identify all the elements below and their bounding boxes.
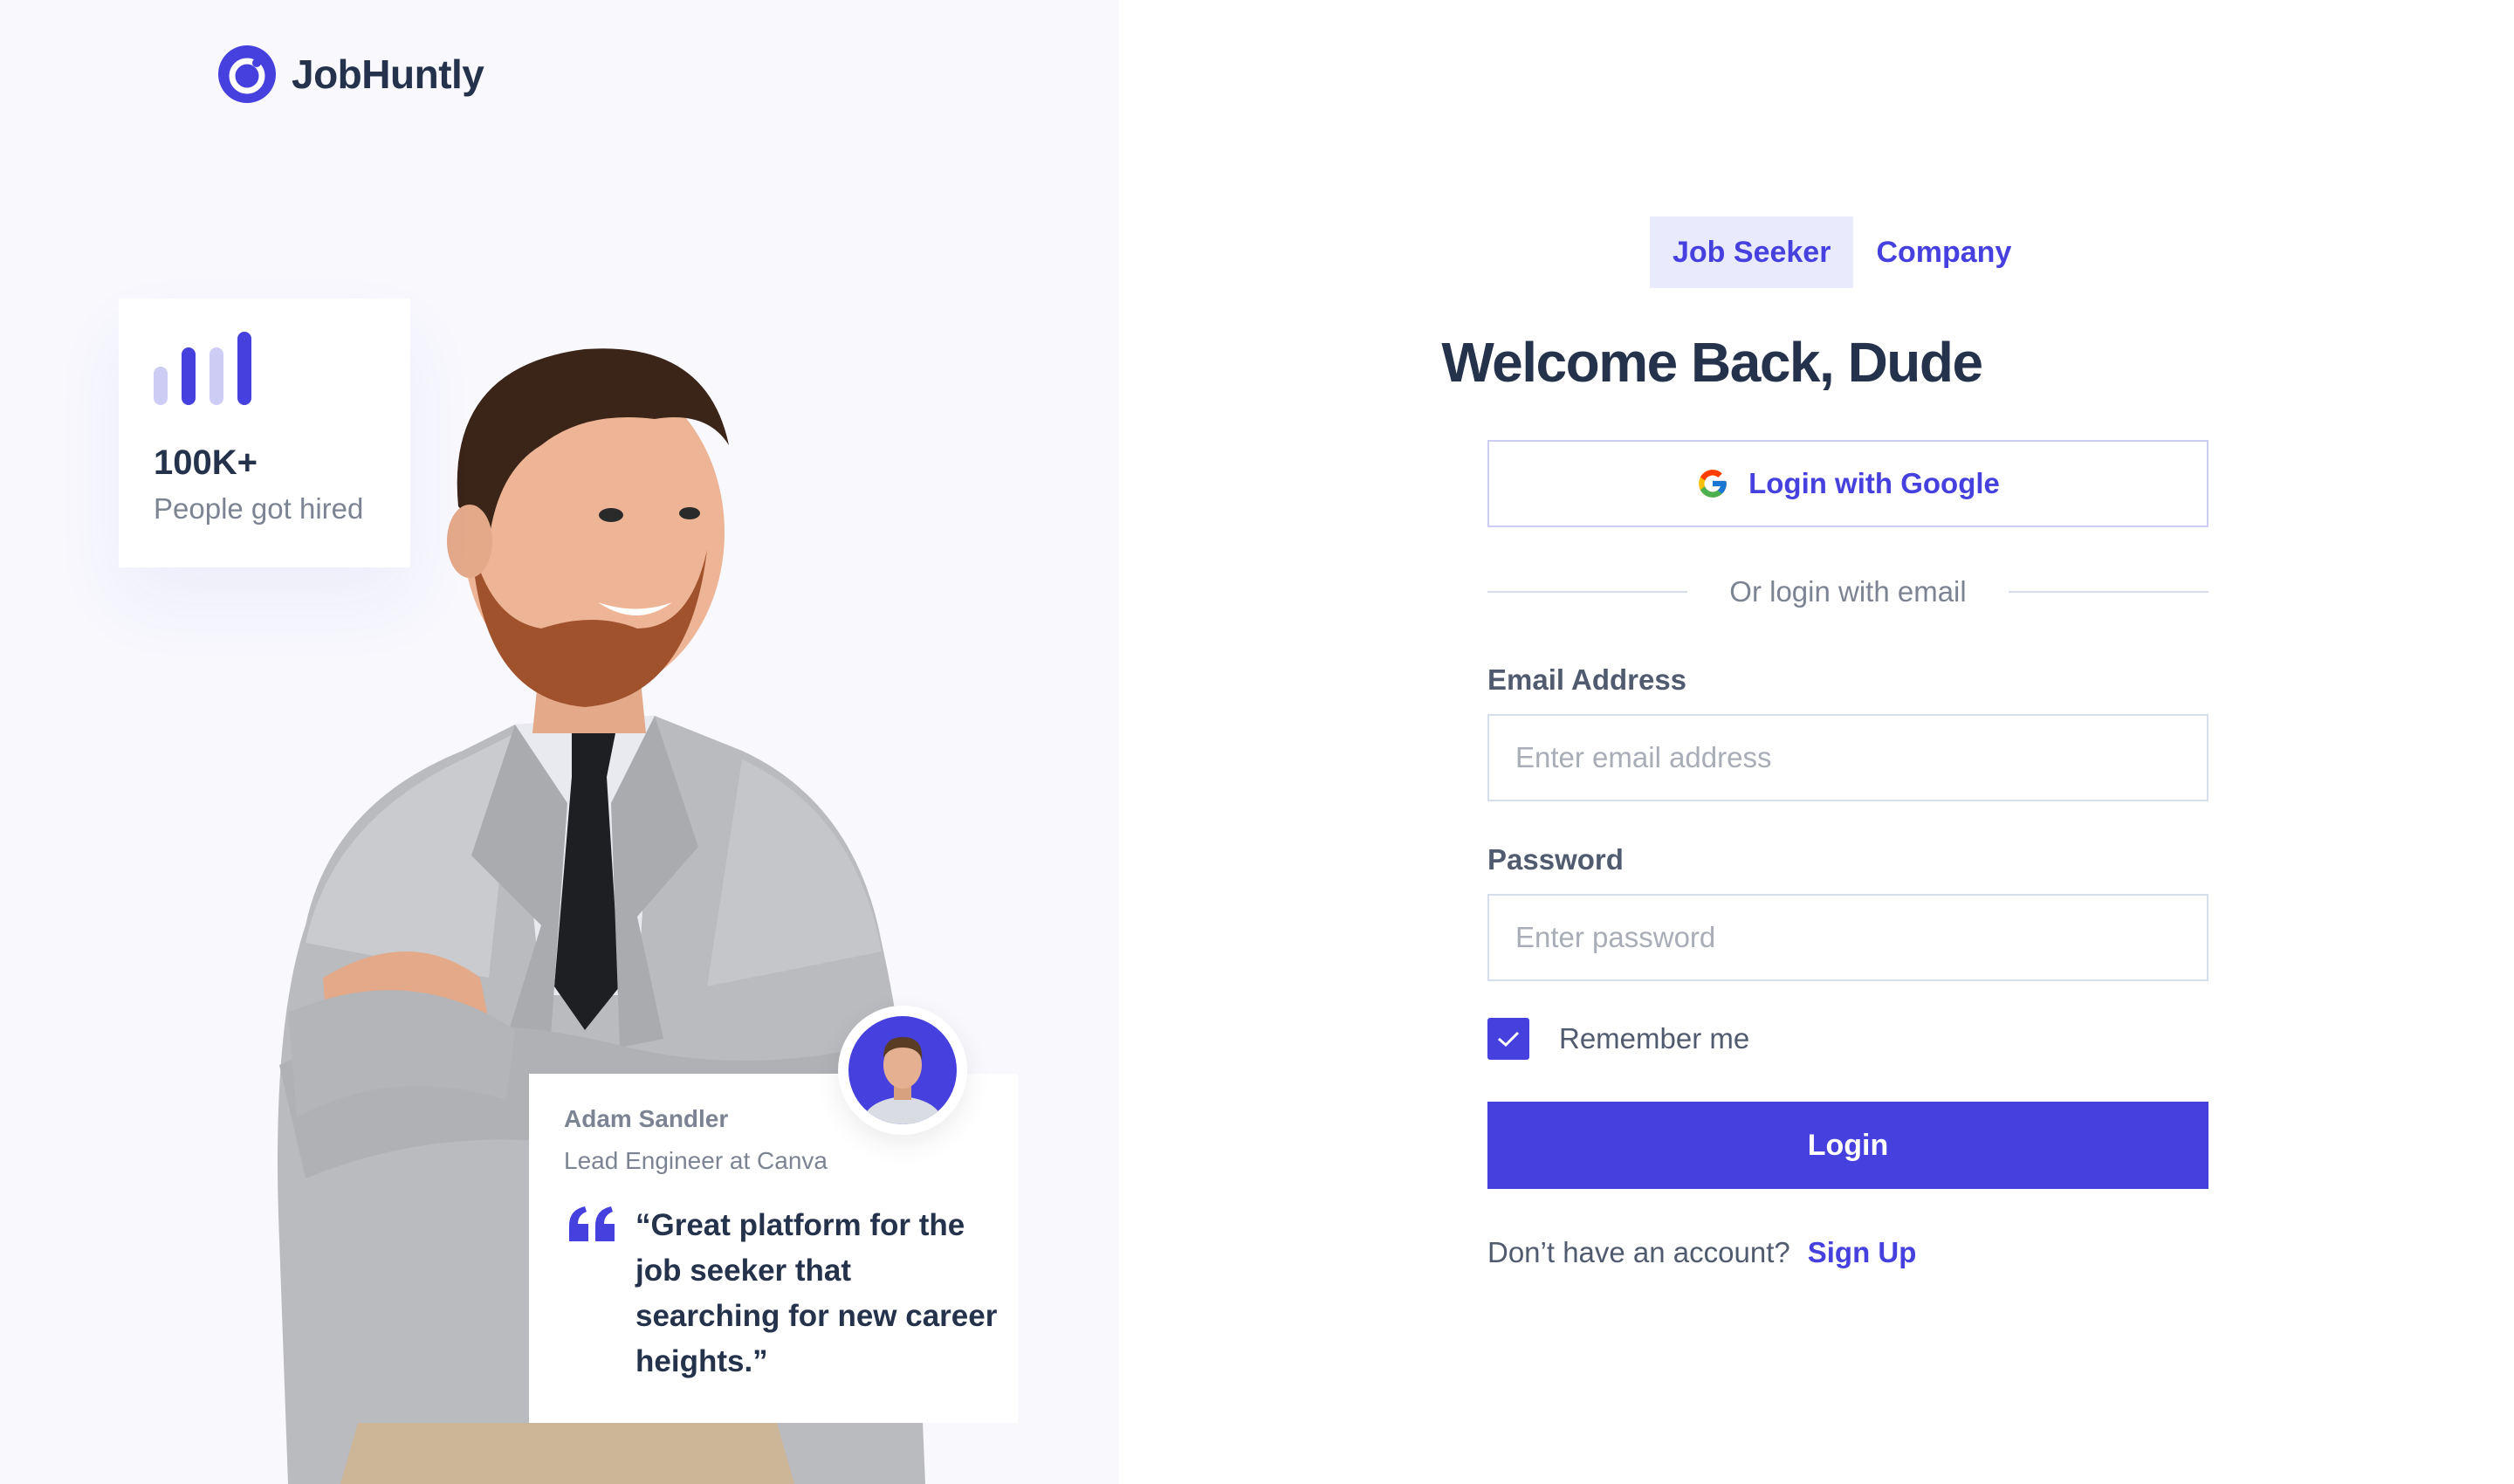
stats-card: 100K+ People got hired bbox=[119, 299, 410, 567]
divider: Or login with email bbox=[1487, 566, 2208, 618]
remember-me-checkbox[interactable] bbox=[1487, 1018, 1529, 1060]
avatar-image bbox=[848, 1016, 957, 1124]
email-field[interactable] bbox=[1487, 714, 2208, 801]
login-with-google-button[interactable]: Login with Google bbox=[1487, 440, 2208, 527]
brand-name: JobHuntly bbox=[292, 52, 484, 97]
divider-line-right bbox=[2008, 591, 2208, 593]
tab-job-seeker[interactable]: Job Seeker bbox=[1650, 216, 1854, 288]
page-title: Welcome Back, Dude bbox=[1441, 331, 1983, 394]
signup-row: Don’t have an account? Sign Up bbox=[1487, 1236, 1916, 1269]
remember-me-label: Remember me bbox=[1559, 1022, 1750, 1055]
password-field[interactable] bbox=[1487, 894, 2208, 981]
quote-icon bbox=[569, 1206, 615, 1241]
left-panel: JobHuntly 100K+ People got hired Adam Sa… bbox=[0, 0, 1119, 1484]
login-button[interactable]: Login bbox=[1487, 1102, 2208, 1189]
avatar-person-icon bbox=[861, 1037, 944, 1124]
signup-link[interactable]: Sign Up bbox=[1808, 1236, 1917, 1269]
testimonial-card: Adam Sandler Lead Engineer at Canva “Gre… bbox=[529, 1074, 1018, 1423]
google-icon bbox=[1699, 470, 1727, 498]
brand[interactable]: JobHuntly bbox=[218, 45, 484, 103]
divider-text: Or login with email bbox=[1729, 575, 1967, 608]
tab-company[interactable]: Company bbox=[1853, 216, 2034, 288]
password-label: Password bbox=[1487, 843, 1624, 876]
user-type-tabs: Job Seeker Company bbox=[1650, 216, 2034, 288]
brand-logo-icon bbox=[218, 45, 276, 103]
testimonial-role: Lead Engineer at Canva bbox=[564, 1147, 828, 1174]
email-label: Email Address bbox=[1487, 663, 1687, 696]
avatar bbox=[838, 1006, 967, 1135]
testimonial-name: Adam Sandler bbox=[564, 1105, 729, 1132]
testimonial-quote: “Great platform for the job seeker that … bbox=[635, 1208, 998, 1378]
signup-prompt: Don’t have an account? bbox=[1487, 1236, 1790, 1268]
divider-line-left bbox=[1487, 591, 1688, 593]
stat-value: 100K+ bbox=[154, 443, 258, 482]
login-panel: Job Seeker Company Welcome Back, Dude Lo… bbox=[1119, 0, 2514, 1484]
checkmark-icon bbox=[1498, 1031, 1520, 1048]
google-button-label: Login with Google bbox=[1748, 467, 2000, 499]
remember-me: Remember me bbox=[1487, 1018, 1749, 1060]
stat-label: People got hired bbox=[154, 492, 364, 525]
bar-chart-icon bbox=[154, 332, 251, 405]
